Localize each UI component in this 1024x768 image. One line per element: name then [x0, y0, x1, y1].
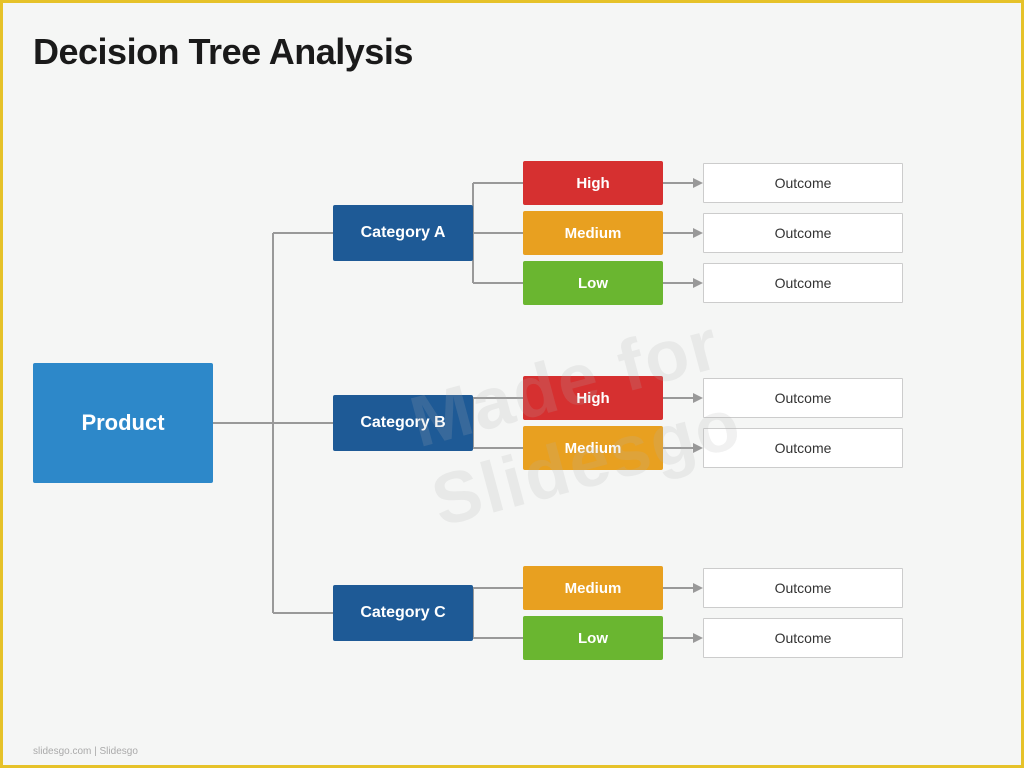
cat-b-outcome-2: Outcome	[703, 428, 903, 468]
category-c-node: Category C	[333, 585, 473, 641]
cat-a-outcome-1: Outcome	[703, 163, 903, 203]
cat-a-outcome-2: Outcome	[703, 213, 903, 253]
cat-b-outcome-1: Outcome	[703, 378, 903, 418]
category-a-node: Category A	[333, 205, 473, 261]
category-c-label: Category C	[360, 604, 445, 622]
root-node: Product	[33, 363, 213, 483]
cat-b-high-box: High	[523, 376, 663, 420]
category-b-node: Category B	[333, 395, 473, 451]
cat-a-high-box: High	[523, 161, 663, 205]
category-a-label: Category A	[361, 224, 446, 242]
cat-b-medium-box: Medium	[523, 426, 663, 470]
page: Decision Tree Analysis Made forSlidesgo	[3, 3, 1021, 765]
cat-c-outcome-1: Outcome	[703, 568, 903, 608]
cat-c-medium-box: Medium	[523, 566, 663, 610]
cat-a-outcome-3: Outcome	[703, 263, 903, 303]
cat-c-outcome-2: Outcome	[703, 618, 903, 658]
category-b-label: Category B	[360, 414, 445, 432]
page-title: Decision Tree Analysis	[33, 31, 991, 73]
copyright-text: slidesgo.com | Slidesgo	[33, 746, 138, 757]
cat-a-medium-box: Medium	[523, 211, 663, 255]
cat-c-low-box: Low	[523, 616, 663, 660]
root-label: Product	[81, 410, 164, 436]
cat-a-low-box: Low	[523, 261, 663, 305]
